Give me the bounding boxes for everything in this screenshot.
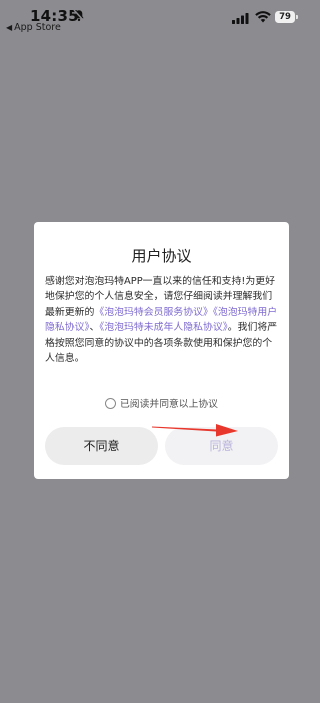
battery-icon: 79 [275, 11, 295, 23]
cellular-signal-icon [232, 13, 249, 24]
bell-mute-icon [73, 9, 85, 22]
consent-label: 已阅读并同意以上协议 [120, 399, 218, 410]
battery-tip [296, 15, 298, 19]
agreement-text: 感谢您对泡泡玛特APP一直以来的信任和支持!为更好地保护您的个人信息安全，请您仔… [45, 274, 281, 366]
minor-privacy-link[interactable]: 《泡泡玛特未成年人隐私协议》 [99, 322, 227, 333]
consent-radio-icon[interactable] [105, 398, 117, 409]
red-arrow-annotation [152, 424, 238, 437]
dialog-title: 用户协议 [131, 247, 192, 265]
back-triangle-icon: ◀ [6, 23, 13, 32]
back-app-label: App Store [14, 22, 61, 33]
back-to-app-link[interactable]: ◀ App Store [6, 22, 61, 33]
status-bar: 14:35 ◀ App Store 79 [0, 0, 320, 36]
agreement-separator: 、 [89, 322, 100, 334]
consent-checkbox-row[interactable]: 已阅读并同意以上协议 [34, 396, 289, 410]
wifi-icon [255, 11, 271, 23]
